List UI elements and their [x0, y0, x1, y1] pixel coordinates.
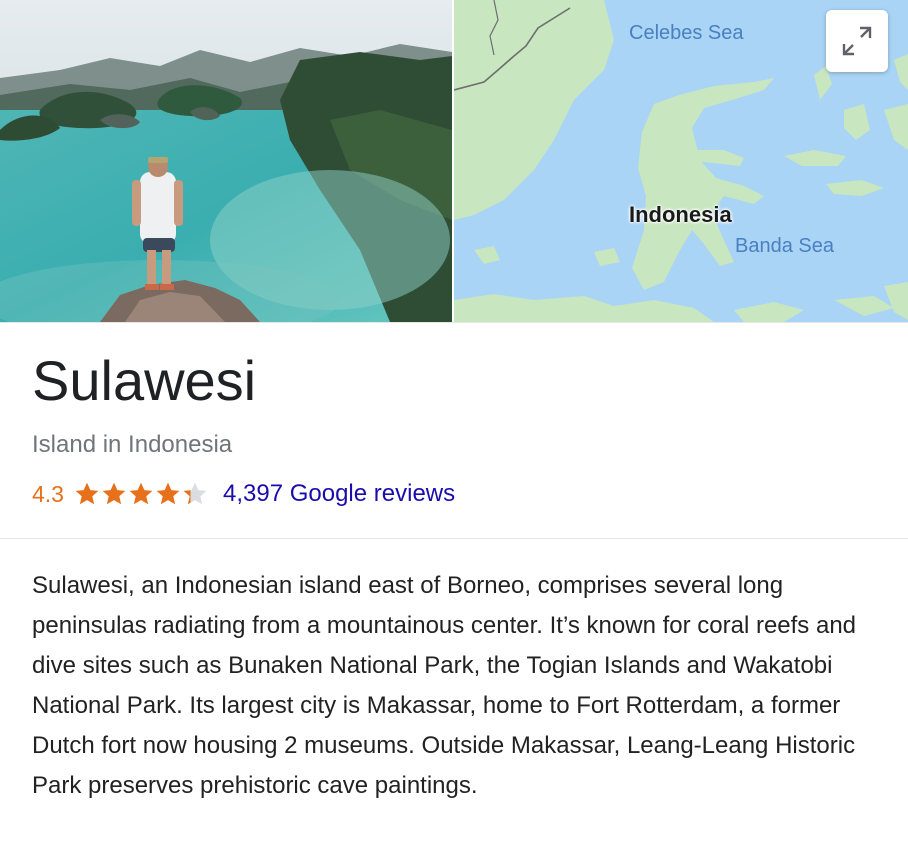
star-icon: [183, 482, 207, 505]
photo-image: [0, 0, 452, 322]
rating-row: 4.3 4,397 Google reviews: [32, 477, 455, 511]
rating-value: 4.3: [32, 480, 64, 507]
expand-map-button[interactable]: [826, 10, 888, 72]
media-row: Celebes Sea Indonesia Banda Sea: [0, 0, 908, 323]
star-icon: [102, 482, 126, 505]
place-subtitle: Island in Indonesia: [32, 431, 233, 458]
map-label-celebes-sea: Celebes Sea: [629, 22, 744, 44]
map-label-country: Indonesia: [629, 202, 732, 227]
star-icon: [156, 482, 180, 505]
knowledge-panel: Celebes Sea Indonesia Banda Sea Sulawesi…: [0, 0, 908, 850]
map-label-banda-sea: Banda Sea: [735, 235, 834, 257]
expand-icon: [842, 26, 872, 56]
place-description: Sulawesi, an Indonesian island east of B…: [32, 572, 857, 799]
place-title: Sulawesi: [32, 349, 257, 412]
star-icon: [75, 482, 99, 505]
place-photo[interactable]: [0, 0, 454, 322]
star-rating: [74, 481, 209, 507]
star-icon: [129, 482, 153, 505]
google-reviews-link[interactable]: 4,397 Google reviews: [223, 480, 455, 508]
map-thumbnail[interactable]: Celebes Sea Indonesia Banda Sea: [454, 0, 908, 322]
place-header: Sulawesi Island in Indonesia 4.3 4,397 G…: [0, 323, 908, 539]
